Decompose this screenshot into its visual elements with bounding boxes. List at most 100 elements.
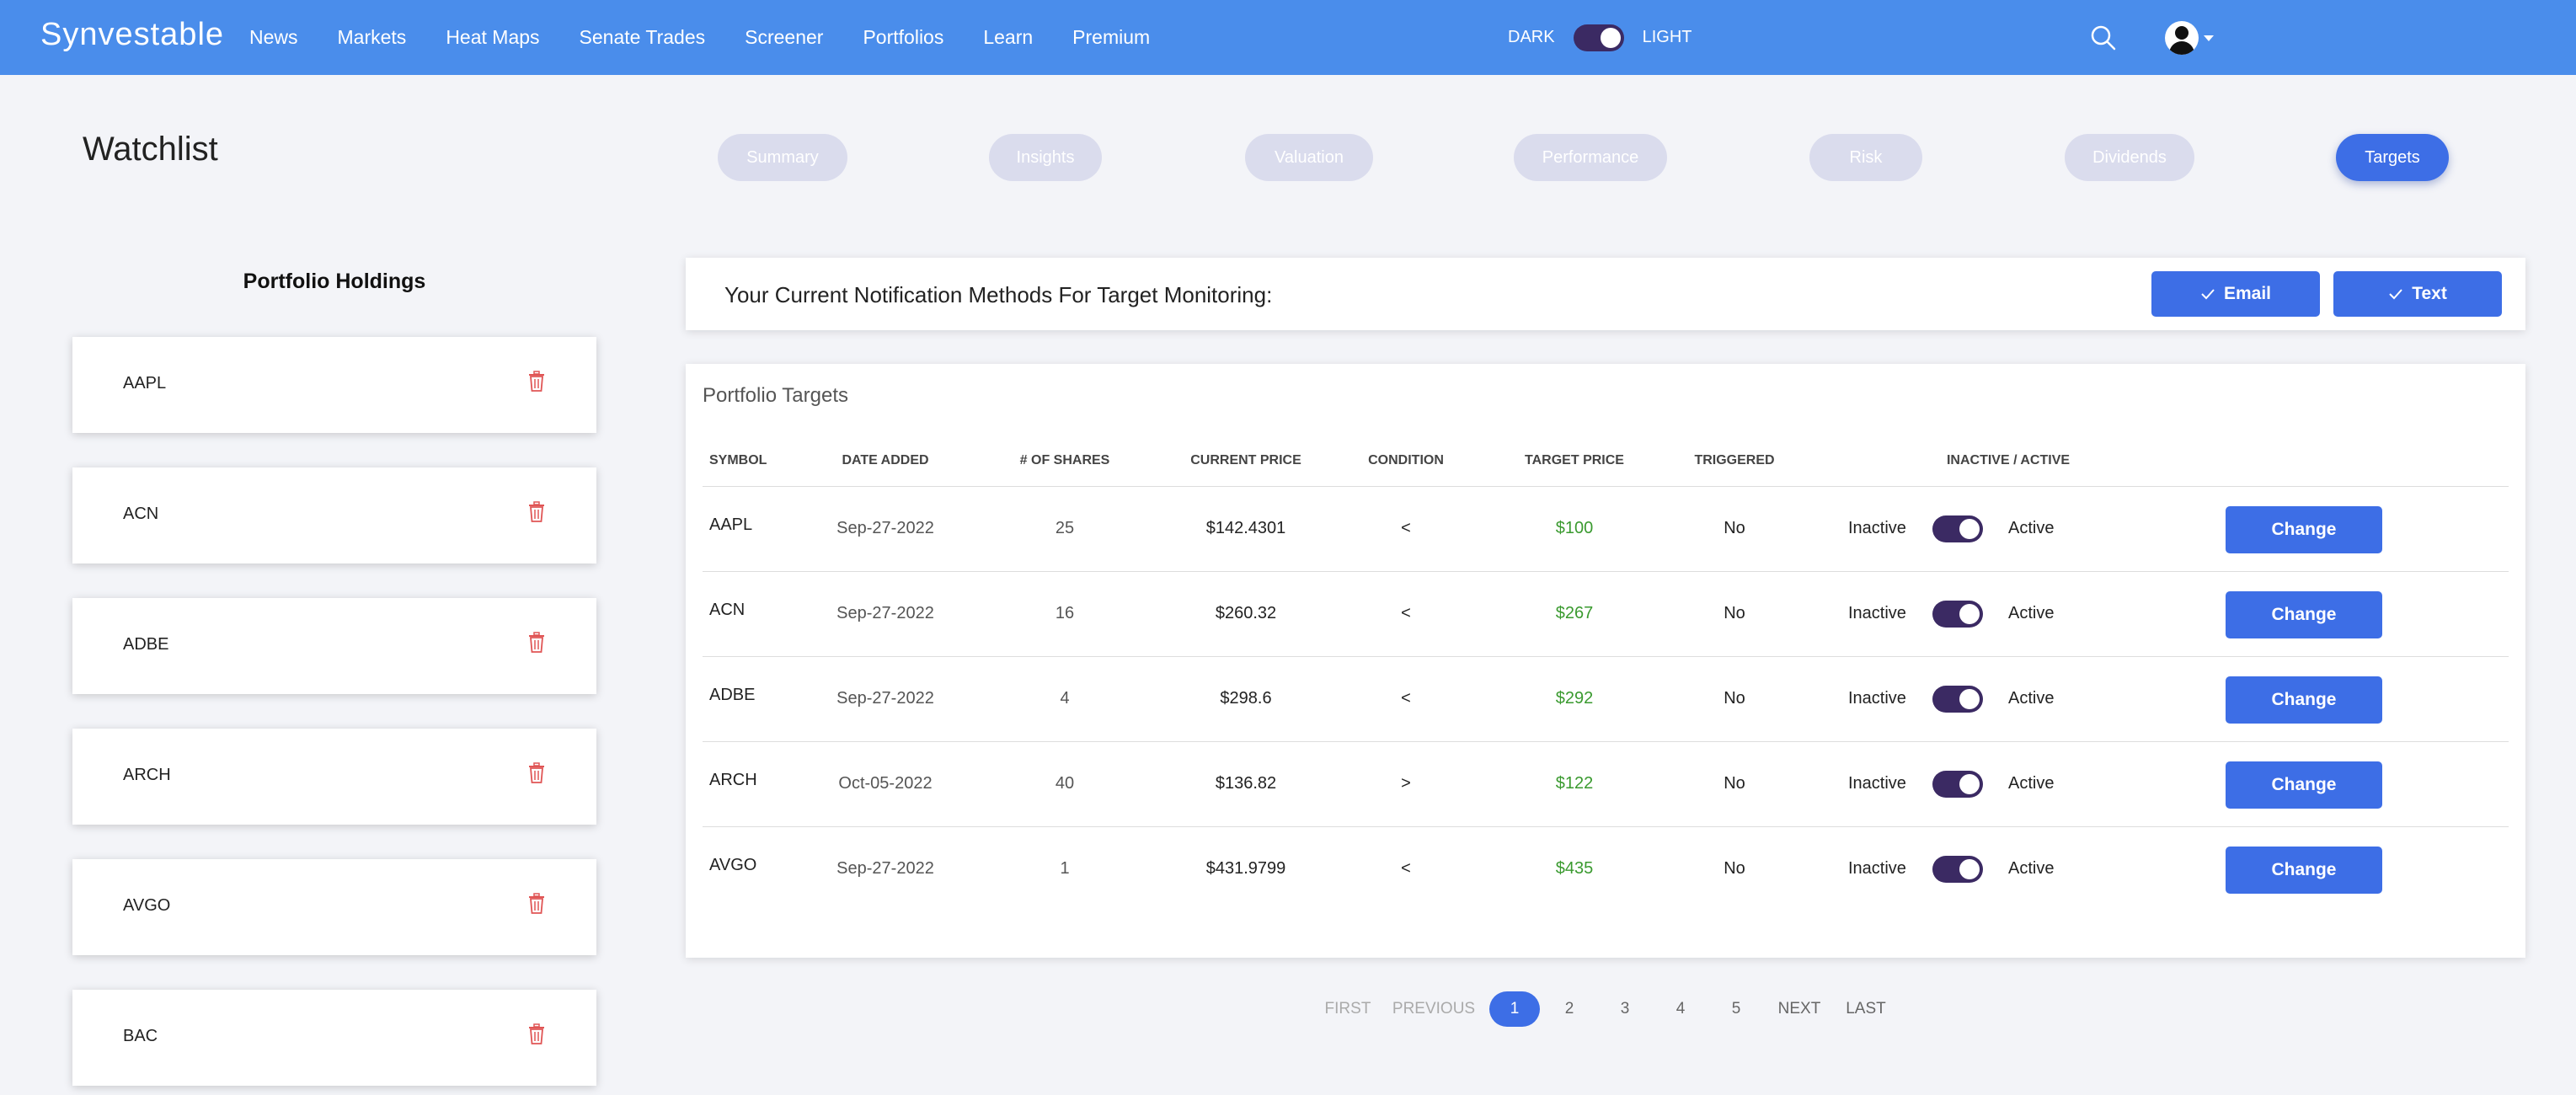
- nav-link-portfolios[interactable]: Portfolios: [863, 26, 943, 49]
- active-toggle-knob: [1959, 519, 1980, 539]
- cell-date-added: Sep-27-2022: [836, 604, 934, 622]
- holding-symbol: AAPL: [123, 374, 167, 393]
- portfolio-targets-title: Portfolio Targets: [703, 384, 848, 407]
- holding-card[interactable]: ACN: [72, 467, 596, 564]
- active-toggle-knob: [1959, 604, 1980, 624]
- pagination-first[interactable]: FIRST: [1323, 991, 1373, 1027]
- column-header-target-price: TARGET PRICE: [1525, 453, 1624, 467]
- cell-condition: <: [1401, 689, 1411, 708]
- active-label: Active: [2008, 774, 2055, 793]
- cell-shares: 4: [1060, 689, 1070, 708]
- pagination-previous[interactable]: PREVIOUS: [1392, 991, 1476, 1027]
- brand-logo[interactable]: Synvestable: [40, 17, 224, 53]
- column-header-current-price: CURRENT PRICE: [1190, 453, 1301, 467]
- change-target-button[interactable]: Change: [2226, 591, 2382, 638]
- holding-symbol: ACN: [123, 505, 159, 523]
- inactive-label: Inactive: [1848, 774, 1906, 793]
- change-target-button[interactable]: Change: [2226, 506, 2382, 553]
- cell-symbol: ACN: [709, 601, 746, 619]
- holding-card[interactable]: AAPL: [72, 337, 596, 433]
- cell-date-added: Sep-27-2022: [836, 689, 934, 708]
- tab-dividends[interactable]: Dividends: [2065, 134, 2194, 181]
- cell-current-price: $298.6: [1220, 689, 1272, 708]
- cell-date-added: Sep-27-2022: [836, 859, 934, 878]
- active-toggle[interactable]: [1932, 686, 1983, 713]
- cell-shares: 25: [1055, 519, 1075, 537]
- nav-link-heat-maps[interactable]: Heat Maps: [446, 26, 539, 49]
- active-label: Active: [2008, 519, 2055, 537]
- trash-icon[interactable]: [527, 1023, 546, 1045]
- theme-switch[interactable]: [1573, 24, 1624, 51]
- pagination-page-3[interactable]: 3: [1612, 991, 1638, 1027]
- active-label: Active: [2008, 604, 2055, 622]
- nav-link-learn[interactable]: Learn: [983, 26, 1033, 49]
- trash-icon[interactable]: [527, 893, 546, 915]
- tab-valuation[interactable]: Valuation: [1245, 134, 1373, 181]
- table-row: ADBE Sep-27-2022 4 $298.6 < $292 No Inactive Act…: [703, 656, 2509, 741]
- user-menu[interactable]: [2165, 20, 2215, 56]
- cell-target-price: $122: [1555, 774, 1594, 793]
- active-toggle-knob: [1959, 774, 1980, 794]
- cell-current-price: $431.9799: [1205, 859, 1286, 878]
- text-notification-label: Text: [2412, 284, 2447, 303]
- trash-icon[interactable]: [527, 762, 546, 784]
- trash-icon[interactable]: [527, 371, 546, 393]
- nav-links: News Markets Heat Maps Senate Trades Scr…: [249, 0, 1189, 75]
- holding-card[interactable]: AVGO: [72, 859, 596, 955]
- tab-performance[interactable]: Performance: [1514, 134, 1667, 181]
- theme-switch-knob: [1600, 27, 1621, 48]
- tab-summary[interactable]: Summary: [718, 134, 847, 181]
- check-icon: [2201, 289, 2215, 300]
- inactive-label: Inactive: [1848, 859, 1906, 878]
- change-target-button[interactable]: Change: [2226, 761, 2382, 809]
- active-toggle-knob: [1959, 859, 1980, 879]
- table-row: AVGO Sep-27-2022 1 $431.9799 < $435 No Inactive…: [703, 826, 2509, 911]
- pagination-next[interactable]: NEXT: [1776, 991, 1823, 1027]
- email-notification-label: Email: [2223, 284, 2272, 303]
- active-toggle[interactable]: [1932, 771, 1983, 798]
- pagination-page-5[interactable]: 5: [1724, 991, 1749, 1027]
- pagination-page-1[interactable]: 1: [1489, 991, 1540, 1027]
- active-toggle[interactable]: [1932, 601, 1983, 628]
- trash-icon[interactable]: [527, 632, 546, 654]
- cell-symbol: ARCH: [709, 771, 757, 789]
- column-header-condition: CONDITION: [1368, 453, 1444, 467]
- pagination-last[interactable]: LAST: [1845, 991, 1887, 1027]
- nav-link-senate-trades[interactable]: Senate Trades: [580, 26, 706, 49]
- top-navbar: Synvestable News Markets Heat Maps Senat…: [0, 0, 2576, 75]
- tab-targets[interactable]: Targets: [2336, 134, 2449, 181]
- active-toggle[interactable]: [1932, 856, 1983, 883]
- active-toggle[interactable]: [1932, 515, 1983, 542]
- cell-symbol: AVGO: [709, 856, 757, 874]
- check-icon: [2389, 289, 2402, 300]
- holding-symbol: ARCH: [123, 766, 171, 784]
- trash-icon[interactable]: [527, 501, 546, 523]
- holding-card[interactable]: ARCH: [72, 729, 596, 825]
- cell-condition: <: [1401, 519, 1411, 537]
- pagination-page-4[interactable]: 4: [1668, 991, 1693, 1027]
- cell-condition: >: [1401, 774, 1411, 793]
- nav-link-markets[interactable]: Markets: [338, 26, 407, 49]
- tab-insights[interactable]: Insights: [989, 134, 1102, 181]
- email-notification-button[interactable]: Email: [2151, 271, 2320, 317]
- inactive-label: Inactive: [1848, 689, 1906, 708]
- nav-link-news[interactable]: News: [249, 26, 298, 49]
- change-target-button[interactable]: Change: [2226, 676, 2382, 724]
- column-header-shares: # OF SHARES: [1019, 453, 1110, 467]
- holding-card[interactable]: BAC: [72, 990, 596, 1086]
- change-target-button[interactable]: Change: [2226, 847, 2382, 894]
- search-icon[interactable]: [2089, 24, 2118, 52]
- cell-condition: <: [1401, 859, 1411, 878]
- holding-card[interactable]: ADBE: [72, 598, 596, 694]
- nav-link-screener[interactable]: Screener: [745, 26, 823, 49]
- cell-target-price: $435: [1555, 859, 1594, 878]
- column-header-symbol: SYMBOL: [709, 453, 767, 467]
- nav-link-premium[interactable]: Premium: [1072, 26, 1150, 49]
- tab-risk[interactable]: Risk: [1809, 134, 1922, 181]
- pagination-page-2[interactable]: 2: [1557, 991, 1582, 1027]
- cell-date-added: Sep-27-2022: [836, 519, 934, 537]
- cell-shares: 1: [1060, 859, 1070, 878]
- cell-current-price: $136.82: [1215, 774, 1277, 793]
- text-notification-button[interactable]: Text: [2333, 271, 2502, 317]
- theme-toggle: DARK LIGHT: [1508, 0, 1692, 75]
